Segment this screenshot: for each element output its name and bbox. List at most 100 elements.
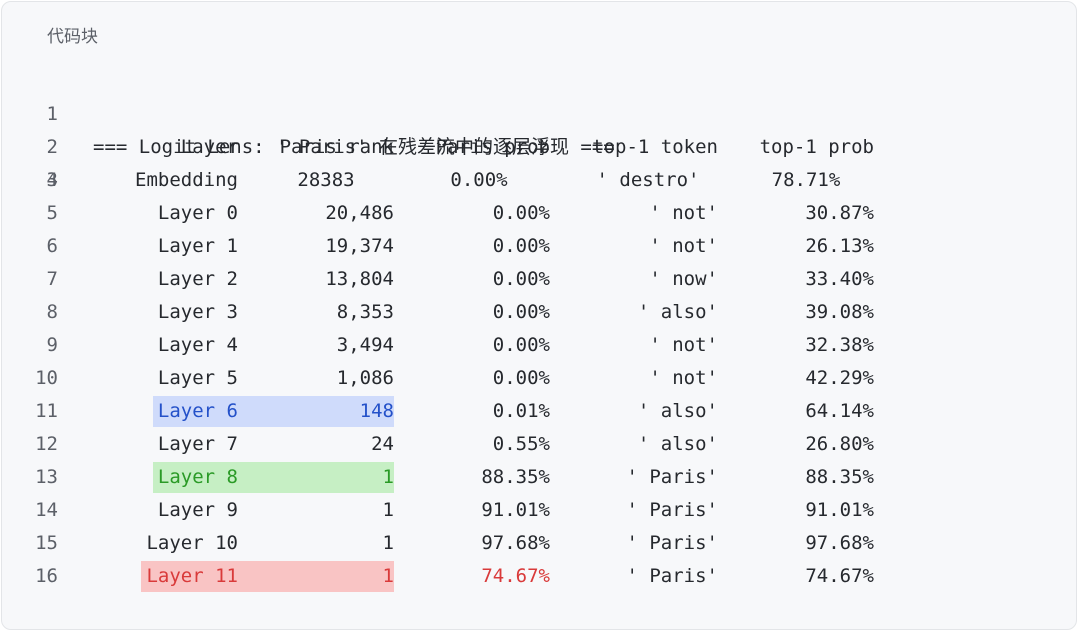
cell-rank: 8,353 bbox=[336, 301, 394, 323]
cell-top1-prob: 88.35% bbox=[805, 466, 874, 488]
cell-prob: 74.67% bbox=[481, 565, 550, 587]
cell-token: ' Paris' bbox=[626, 532, 718, 554]
cell-layer: Layer 4 bbox=[157, 334, 238, 356]
line-number: 12 bbox=[35, 433, 58, 455]
cell-prob: 0.00% bbox=[492, 268, 550, 290]
table-row: 10 Layer 5 1,086 0.00% ' not' 42.29% bbox=[2, 362, 1078, 395]
table-row: 9 Layer 4 3,494 0.00% ' not' 32.38% bbox=[2, 329, 1078, 362]
cell-layer: Layer 10 bbox=[146, 532, 238, 554]
cell-prob: 0.55% bbox=[492, 433, 550, 455]
cell-top1-prob: 39.08% bbox=[805, 301, 874, 323]
cell-top1-prob: 30.87% bbox=[805, 202, 874, 224]
cell-top1-prob: 64.14% bbox=[805, 400, 874, 422]
code-line: 1 === Logit Lens: ' Paris' 在残差流中的逐层浮现 ==… bbox=[2, 65, 1078, 158]
cell-token: ' also' bbox=[637, 301, 718, 323]
table-row: 16 Layer 11 1 74.67% ' Paris' 74.67% bbox=[2, 560, 1078, 593]
cell-layer: Layer 2 bbox=[157, 268, 238, 290]
table-row: 4 Embedding 28383 0.00% ' destro' 78.71% bbox=[2, 164, 1078, 197]
cell-prob: 0.00% bbox=[492, 367, 550, 389]
cell-prob: 0.00% bbox=[492, 334, 550, 356]
table-row: 11 Layer 6 148 0.01% ' also' 64.14% bbox=[2, 395, 1078, 428]
cell-prob: 88.35% bbox=[481, 466, 550, 488]
cell-layer: Layer 11 bbox=[146, 565, 238, 587]
line-number: 14 bbox=[35, 499, 58, 521]
header-layer: Layer bbox=[180, 136, 238, 158]
line-number: 11 bbox=[35, 400, 58, 422]
cell-token: ' not' bbox=[649, 235, 718, 257]
table-row: 7 Layer 2 13,804 0.00% ' now' 33.40% bbox=[2, 263, 1078, 296]
line-number: 5 bbox=[46, 202, 58, 224]
cell-token: ' now' bbox=[649, 268, 718, 290]
cell-top1-prob: 26.13% bbox=[805, 235, 874, 257]
cell-top1-prob: 42.29% bbox=[805, 367, 874, 389]
table-row: 15 Layer 10 1 97.68% ' Paris' 97.68% bbox=[2, 527, 1078, 560]
cell-rank: 1 bbox=[382, 532, 394, 554]
header-top1-prob: top-1 prob bbox=[759, 136, 874, 158]
cell-top1-prob: 91.01% bbox=[805, 499, 874, 521]
cell-rank: 148 bbox=[359, 400, 394, 422]
code-block-card: 代码块 1 === Logit Lens: ' Paris' 在残差流中的逐层浮… bbox=[1, 1, 1077, 630]
line-number: 16 bbox=[35, 565, 58, 587]
cell-prob: 0.00% bbox=[492, 202, 550, 224]
cell-prob: 0.00% bbox=[492, 235, 550, 257]
cell-top1-prob: 97.68% bbox=[805, 532, 874, 554]
line-number: 7 bbox=[46, 268, 58, 290]
table-row: 14 Layer 9 1 91.01% ' Paris' 91.01% bbox=[2, 494, 1078, 527]
cell-layer: Layer 8 bbox=[157, 466, 238, 488]
cell-rank: 1 bbox=[382, 466, 394, 488]
table-row: 13 Layer 8 1 88.35% ' Paris' 88.35% bbox=[2, 461, 1078, 494]
line-number: 6 bbox=[46, 235, 58, 257]
cell-layer: Embedding bbox=[135, 169, 238, 191]
cell-layer: Layer 1 bbox=[157, 235, 238, 257]
code-line: 2 bbox=[2, 98, 1078, 158]
cell-layer: Layer 6 bbox=[157, 400, 238, 422]
line-number: 13 bbox=[35, 466, 58, 488]
cell-prob: 0.00% bbox=[450, 169, 508, 191]
cell-token: ' Paris' bbox=[626, 466, 718, 488]
code-content: 1 === Logit Lens: ' Paris' 在残差流中的逐层浮现 ==… bbox=[2, 65, 1078, 593]
cell-top1-prob: 33.40% bbox=[805, 268, 874, 290]
table-row: 8 Layer 3 8,353 0.00% ' also' 39.08% bbox=[2, 296, 1078, 329]
cell-token: ' Paris' bbox=[626, 565, 718, 587]
line-number: 8 bbox=[46, 301, 58, 323]
table-row: 12 Layer 7 24 0.55% ' also' 26.80% bbox=[2, 428, 1078, 461]
cell-token: ' also' bbox=[637, 400, 718, 422]
cell-top1-prob: 74.67% bbox=[805, 565, 874, 587]
cell-token: ' not' bbox=[649, 334, 718, 356]
cell-layer: Layer 0 bbox=[157, 202, 238, 224]
line-number: 15 bbox=[35, 532, 58, 554]
cell-prob: 0.01% bbox=[492, 400, 550, 422]
cell-layer: Layer 7 bbox=[157, 433, 238, 455]
cell-rank: 1 bbox=[382, 499, 394, 521]
cell-token: ' also' bbox=[637, 433, 718, 455]
header-prob: Paris prob bbox=[435, 136, 550, 158]
cell-rank: 3,494 bbox=[336, 334, 394, 356]
cell-top1-prob: 32.38% bbox=[805, 334, 874, 356]
cell-layer: Layer 5 bbox=[157, 367, 238, 389]
cell-rank: 24 bbox=[371, 433, 394, 455]
cell-rank: 19,374 bbox=[325, 235, 394, 257]
cell-token: ' destro' bbox=[596, 169, 700, 191]
line-number: 10 bbox=[35, 367, 58, 389]
cell-layer: Layer 3 bbox=[157, 301, 238, 323]
cell-rank: 20,486 bbox=[325, 202, 394, 224]
cell-token: ' Paris' bbox=[626, 499, 718, 521]
line-number: 9 bbox=[46, 334, 58, 356]
table-header: 3 Layer Paris rank Paris prob top-1 toke… bbox=[2, 131, 1078, 191]
cell-top1-prob: 78.71% bbox=[771, 169, 841, 191]
code-block-label: 代码块 bbox=[47, 27, 98, 47]
cell-rank: 1 bbox=[382, 565, 394, 587]
cell-rank: 13,804 bbox=[325, 268, 394, 290]
cell-token: ' not' bbox=[649, 367, 718, 389]
cell-prob: 97.68% bbox=[481, 532, 550, 554]
header-token: top-1 token bbox=[592, 136, 718, 158]
line-number: 4 bbox=[46, 169, 58, 191]
header-rank: Paris rank bbox=[279, 136, 394, 158]
cell-token: ' not' bbox=[649, 202, 718, 224]
table-row: 6 Layer 1 19,374 0.00% ' not' 26.13% bbox=[2, 230, 1078, 263]
cell-rank: 1,086 bbox=[336, 367, 394, 389]
cell-prob: 0.00% bbox=[492, 301, 550, 323]
table-row: 5 Layer 0 20,486 0.00% ' not' 30.87% bbox=[2, 197, 1078, 230]
cell-rank: 28383 bbox=[297, 169, 355, 191]
cell-prob: 91.01% bbox=[481, 499, 550, 521]
